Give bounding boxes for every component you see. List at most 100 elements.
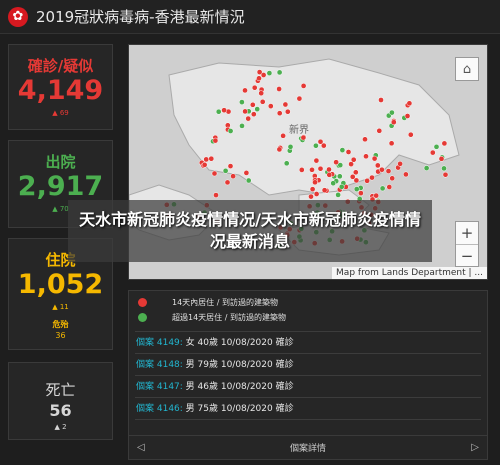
case-row[interactable]: 個案 4149: 女 40歲 10/08/2020 確診 [136, 335, 294, 348]
case-marker[interactable] [388, 140, 395, 147]
case-marker[interactable] [364, 177, 370, 184]
case-marker[interactable] [441, 140, 448, 147]
case-marker[interactable] [389, 175, 396, 182]
case-marker[interactable] [433, 143, 440, 150]
case-marker[interactable] [266, 70, 273, 76]
case-marker[interactable] [259, 98, 266, 105]
case-marker[interactable] [243, 170, 250, 176]
case-marker[interactable] [442, 171, 449, 178]
case-marker[interactable] [242, 108, 248, 115]
zoom-out-button[interactable]: − [456, 244, 478, 266]
case-marker[interactable] [406, 100, 413, 107]
case-marker[interactable] [350, 156, 357, 163]
case-marker[interactable] [245, 115, 252, 122]
case-marker[interactable] [336, 173, 343, 180]
case-marker[interactable] [363, 153, 369, 160]
case-marker[interactable] [224, 179, 231, 186]
case-marker[interactable] [213, 192, 219, 198]
case-marker[interactable] [389, 109, 395, 116]
case-marker[interactable] [276, 69, 283, 76]
case-marker[interactable] [321, 187, 328, 194]
case-marker[interactable] [379, 185, 386, 192]
case-marker[interactable] [245, 177, 252, 184]
case-marker[interactable] [308, 193, 314, 200]
case-marker[interactable] [385, 168, 392, 174]
case-marker[interactable] [352, 169, 359, 176]
case-marker[interactable] [227, 163, 234, 169]
zoom-in-button[interactable]: + [456, 222, 478, 244]
case-marker[interactable] [338, 183, 345, 190]
case-marker[interactable] [287, 143, 294, 150]
case-marker[interactable] [376, 127, 383, 134]
case-marker[interactable] [256, 75, 262, 82]
case-marker[interactable] [309, 166, 315, 173]
case-marker[interactable] [221, 107, 227, 114]
case-marker[interactable] [441, 165, 447, 172]
case-marker[interactable] [353, 177, 360, 184]
case-marker[interactable] [403, 171, 409, 178]
case-marker[interactable] [282, 101, 289, 108]
case-marker[interactable] [313, 157, 320, 164]
case-row[interactable]: 個案 4148: 男 79歲 10/08/2020 確診 [136, 357, 294, 370]
case-row[interactable]: 個案 4147: 男 46歲 10/08/2020 確診 [136, 379, 294, 392]
case-marker[interactable] [326, 166, 332, 173]
case-marker[interactable] [249, 101, 256, 108]
case-marker[interactable] [201, 161, 208, 168]
case-marker[interactable] [407, 131, 414, 138]
next-page-icon[interactable]: ▷ [471, 442, 479, 453]
case-marker[interactable] [397, 160, 403, 167]
case-marker[interactable] [203, 156, 210, 163]
case-marker[interactable] [296, 95, 303, 102]
case-marker[interactable] [254, 106, 261, 112]
case-marker[interactable] [374, 162, 381, 169]
case-marker[interactable] [353, 186, 360, 192]
case-marker[interactable] [378, 97, 384, 103]
case-marker[interactable] [362, 136, 368, 143]
prev-page-icon[interactable]: ◁ [137, 442, 145, 453]
case-marker[interactable] [333, 159, 339, 166]
case-marker[interactable] [300, 83, 307, 89]
case-marker[interactable] [239, 123, 245, 129]
case-marker[interactable] [284, 108, 291, 115]
case-marker[interactable] [345, 149, 352, 155]
case-row[interactable]: 個案 4146: 男 75歲 10/08/2020 確診 [136, 401, 294, 414]
case-marker[interactable] [298, 167, 305, 173]
case-marker[interactable] [429, 149, 436, 156]
case-marker[interactable] [312, 179, 318, 186]
case-marker[interactable] [258, 90, 265, 97]
case-marker[interactable] [317, 138, 324, 145]
case-marker[interactable] [212, 137, 219, 144]
case-marker[interactable] [438, 155, 445, 162]
case-marker[interactable] [267, 103, 274, 109]
case-marker[interactable] [250, 111, 257, 118]
case-marker[interactable] [215, 108, 222, 115]
case-marker[interactable] [313, 142, 319, 149]
case-marker[interactable] [379, 166, 385, 173]
case-marker[interactable] [239, 99, 245, 105]
case-marker[interactable] [276, 110, 283, 117]
case-marker[interactable] [300, 134, 307, 141]
case-marker[interactable] [211, 170, 218, 177]
case-marker[interactable] [358, 190, 364, 196]
case-marker[interactable] [390, 119, 397, 126]
case-marker[interactable] [230, 173, 236, 180]
case-marker[interactable] [335, 192, 341, 198]
case-marker[interactable] [280, 132, 286, 139]
case-marker[interactable] [423, 165, 430, 171]
case-marker[interactable] [222, 167, 229, 174]
case-marker[interactable] [371, 155, 378, 162]
case-marker[interactable] [404, 113, 411, 119]
case-marker[interactable] [317, 165, 324, 172]
case-marker[interactable] [256, 69, 263, 75]
case-marker[interactable] [313, 191, 320, 197]
case-marker[interactable] [339, 147, 346, 153]
case-marker[interactable] [326, 171, 333, 178]
map-home-button[interactable]: ⌂ [455, 57, 479, 81]
case-marker[interactable] [251, 84, 258, 91]
case-marker[interactable] [242, 87, 248, 94]
case-marker[interactable] [330, 180, 337, 187]
case-marker[interactable] [369, 174, 375, 181]
case-marker[interactable] [283, 160, 290, 167]
case-marker[interactable] [208, 155, 215, 162]
case-marker[interactable] [309, 186, 316, 193]
